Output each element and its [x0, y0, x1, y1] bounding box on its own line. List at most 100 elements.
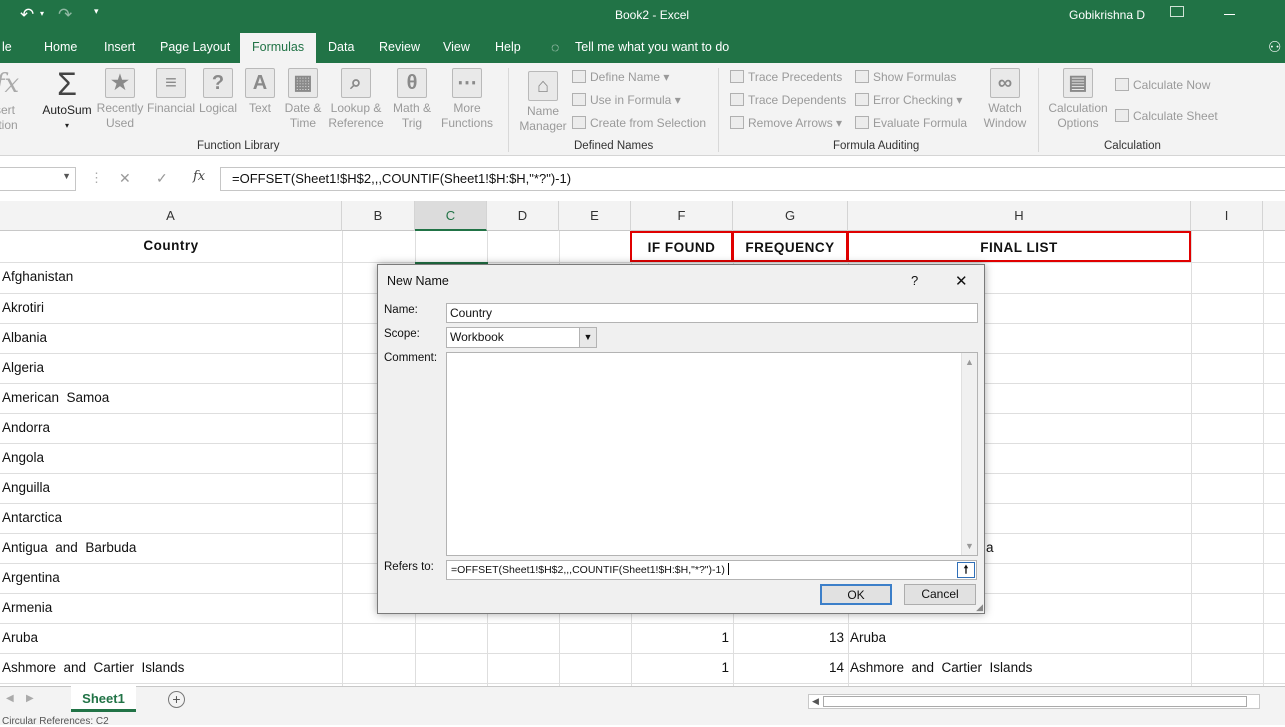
autosum-button[interactable]: Σ AutoSum ▾ — [38, 67, 96, 133]
scroll-up-icon[interactable]: ▲ — [965, 353, 974, 371]
table-row[interactable]: Afghanistan — [2, 262, 73, 292]
table-row[interactable]: Albania — [2, 323, 47, 353]
calculate-now-button[interactable]: Calculate Now — [1115, 76, 1210, 94]
table-row[interactable]: Antarctica — [2, 503, 62, 533]
recently-used-button[interactable]: ★ Recently Used — [95, 68, 145, 131]
table-row[interactable]: Antigua and Barbuda — [2, 533, 136, 563]
tell-me-search[interactable]: Tell me what you want to do — [569, 33, 735, 63]
scroll-left-icon[interactable]: ◀ — [812, 696, 819, 707]
table-row[interactable]: Aruba — [2, 623, 38, 653]
table-row[interactable]: Ashmore and Cartier Islands — [2, 653, 184, 683]
customize-toolbar-icon[interactable]: ▾ — [94, 6, 99, 17]
name-box[interactable]: ▼ — [0, 167, 76, 191]
cancel-button[interactable]: Cancel — [904, 584, 976, 605]
column-header-b[interactable]: B — [342, 201, 415, 231]
cell-h11-partial[interactable]: a — [986, 533, 994, 563]
table-row[interactable]: Algeria — [2, 353, 44, 383]
math-trig-button[interactable]: θ Math & Trig — [388, 68, 436, 131]
collapse-dialog-icon[interactable]: 🠕 — [957, 562, 975, 578]
table-row[interactable]: Akrotiri — [2, 293, 44, 323]
enter-icon[interactable]: ✓ — [156, 170, 168, 187]
resize-grip-icon[interactable]: ◢ — [976, 602, 983, 613]
text-button[interactable]: A Text — [243, 68, 277, 116]
cell-h1[interactable]: FINAL LIST — [847, 231, 1191, 262]
define-name-button[interactable]: Define Name ▾ — [572, 68, 669, 86]
tab-file[interactable]: le — [0, 33, 18, 63]
ok-button[interactable]: OK — [820, 584, 892, 605]
cell-h14[interactable]: Aruba — [850, 623, 886, 653]
close-icon[interactable]: ✕ — [955, 272, 968, 290]
column-header-f[interactable]: F — [631, 201, 733, 231]
column-header-h[interactable]: H — [848, 201, 1191, 231]
cell-f15[interactable]: 1 — [631, 653, 729, 683]
date-time-button[interactable]: ▦ Date & Time — [280, 68, 326, 131]
add-sheet-icon[interactable]: + — [168, 691, 185, 708]
table-row[interactable]: American Samoa — [2, 383, 109, 413]
tab-insert[interactable]: Insert — [98, 33, 141, 63]
person-icon[interactable]: ⚇ — [1262, 33, 1285, 63]
cell-f14[interactable]: 1 — [631, 623, 729, 653]
name-manager-button[interactable]: ⌂ Name Manager — [515, 71, 571, 134]
more-functions-button[interactable]: ⋯ More Functions — [436, 68, 498, 131]
show-formulas-button[interactable]: Show Formulas — [855, 68, 956, 86]
scrollbar-thumb[interactable] — [823, 696, 1247, 707]
comment-textarea[interactable]: ▲ ▼ — [446, 352, 978, 556]
trace-precedents-button[interactable]: Trace Precedents — [730, 68, 842, 86]
logical-button[interactable]: ? Logical — [197, 68, 239, 116]
help-icon[interactable]: ? — [911, 273, 918, 288]
use-in-formula-button[interactable]: Use in Formula ▾ — [572, 91, 681, 109]
user-name[interactable]: Gobikrishna D — [1069, 8, 1145, 22]
refers-to-field[interactable]: =OFFSET(Sheet1!$H$2,,,COUNTIF(Sheet1!$H:… — [446, 560, 977, 580]
tab-view[interactable]: View — [437, 33, 476, 63]
table-row[interactable]: Anguilla — [2, 473, 50, 503]
trace-dependents-button[interactable]: Trace Dependents — [730, 91, 846, 109]
scope-select[interactable]: Workbook ▼ — [446, 327, 597, 348]
insert-function-button[interactable]: fx sert ction — [0, 67, 22, 133]
evaluate-formula-button[interactable]: Evaluate Formula — [855, 114, 967, 132]
comment-scrollbar[interactable]: ▲ ▼ — [961, 353, 977, 555]
remove-arrows-button[interactable]: Remove Arrows ▾ — [730, 114, 842, 132]
column-header-c[interactable]: C — [415, 201, 487, 231]
create-from-selection-button[interactable]: Create from Selection — [572, 114, 706, 132]
column-header-i[interactable]: I — [1191, 201, 1263, 231]
sheet-tab-sheet1[interactable]: Sheet1 — [71, 686, 136, 712]
column-header-e[interactable]: E — [559, 201, 631, 231]
table-row[interactable]: Andorra — [2, 413, 50, 443]
ribbon-display-icon[interactable] — [1170, 6, 1184, 17]
calculate-sheet-button[interactable]: Calculate Sheet — [1115, 107, 1218, 125]
scroll-tabs-left-icon[interactable]: ◀ — [6, 693, 14, 704]
cell-g15[interactable]: 14 — [733, 653, 844, 683]
formula-input[interactable]: =OFFSET(Sheet1!$H$2,,,COUNTIF(Sheet1!$H:… — [220, 167, 1285, 191]
name-field[interactable]: Country — [446, 303, 978, 323]
tab-help[interactable]: Help — [489, 33, 527, 63]
calculation-options-button[interactable]: ▤ Calculation Options — [1045, 68, 1111, 131]
cancel-entry-icon[interactable]: ✕ — [119, 170, 131, 187]
column-header-g[interactable]: G — [733, 201, 848, 231]
cell-g14[interactable]: 13 — [733, 623, 844, 653]
cell-a1[interactable]: Country — [0, 231, 342, 262]
tab-formulas[interactable]: Formulas — [240, 33, 317, 63]
scroll-tabs-right-icon[interactable]: ▶ — [26, 693, 34, 704]
table-row[interactable]: Argentina — [2, 563, 60, 593]
column-header-d[interactable]: D — [487, 201, 559, 231]
tab-data[interactable]: Data — [322, 33, 360, 63]
horizontal-scrollbar[interactable]: ◀ — [808, 694, 1260, 709]
minimize-icon[interactable] — [1224, 14, 1235, 15]
undo-dropdown-icon[interactable]: ▾ — [40, 9, 44, 18]
tab-page-layout[interactable]: Page Layout — [154, 33, 236, 63]
cell-g1[interactable]: FREQUENCY — [732, 231, 848, 262]
tab-review[interactable]: Review — [373, 33, 426, 63]
cell-f1[interactable]: IF FOUND — [630, 231, 733, 262]
financial-button[interactable]: ≡ Financial — [146, 68, 196, 116]
cell-h15[interactable]: Ashmore and Cartier Islands — [850, 653, 1032, 683]
watch-window-button[interactable]: ∞ Watch Window — [982, 68, 1028, 131]
redo-icon[interactable]: ↷ — [58, 5, 72, 25]
undo-icon[interactable]: ↶ — [20, 5, 34, 25]
scroll-down-icon[interactable]: ▼ — [965, 537, 974, 555]
lookup-reference-button[interactable]: ⌕ Lookup & Reference — [326, 68, 386, 131]
chevron-down-icon[interactable]: ▼ — [62, 171, 71, 181]
table-row[interactable]: Angola — [2, 443, 44, 473]
insert-function-icon[interactable]: fx — [193, 169, 205, 184]
chevron-down-icon[interactable]: ▼ — [579, 328, 596, 347]
column-header-a[interactable]: A — [0, 201, 342, 231]
